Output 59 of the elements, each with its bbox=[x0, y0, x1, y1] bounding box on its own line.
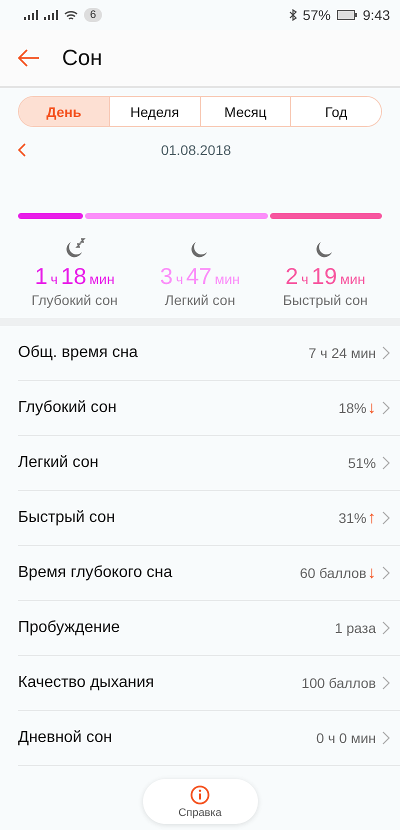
minutes-unit: мин bbox=[214, 271, 240, 287]
minutes-value: 47 bbox=[186, 263, 212, 290]
row-label: Пробуждение bbox=[18, 619, 121, 637]
row-value: 60 баллов bbox=[300, 565, 366, 581]
trend-arrow: ↓ bbox=[368, 563, 376, 583]
hours-value: 1 bbox=[34, 263, 48, 290]
stage-label: Глубокий сон bbox=[32, 292, 118, 308]
row-value: 0 ч 0 мин bbox=[316, 730, 376, 746]
minutes-unit: мин bbox=[340, 271, 366, 287]
help-button[interactable]: Справка bbox=[142, 779, 258, 824]
row-value: 18% bbox=[338, 400, 366, 416]
notification-count: 6 bbox=[84, 8, 102, 22]
row-label: Время глубокого сна bbox=[18, 564, 174, 582]
hours-unit: ч bbox=[50, 271, 58, 287]
period-tab[interactable]: Неделя bbox=[108, 97, 200, 126]
row-value: 1 раза bbox=[334, 620, 376, 636]
trend-arrow: ↑ bbox=[368, 508, 376, 528]
hours-value: 3 bbox=[160, 263, 173, 290]
row-value: 100 баллов bbox=[302, 675, 376, 691]
stage-label: Быстрый сон bbox=[282, 292, 368, 308]
minutes-value: 19 bbox=[311, 263, 338, 290]
row-value: 31% bbox=[338, 510, 366, 526]
signal-icon bbox=[24, 10, 38, 20]
row-label: Дневной сон bbox=[18, 729, 114, 747]
info-icon bbox=[190, 784, 210, 804]
chevron-right-icon bbox=[382, 676, 390, 690]
chevron-right-icon bbox=[382, 401, 390, 415]
row-label: Глубокий сон bbox=[18, 399, 118, 417]
clock-time: 9:43 bbox=[362, 7, 390, 23]
chevron-right-icon bbox=[382, 731, 390, 745]
chevron-left-icon[interactable] bbox=[18, 143, 26, 157]
row-label: Быстрый сон bbox=[18, 509, 116, 527]
trend-arrow: ↓ bbox=[368, 398, 376, 418]
wifi-icon bbox=[64, 10, 78, 20]
page-title: Сон bbox=[62, 45, 102, 71]
minutes-value: 18 bbox=[60, 263, 86, 290]
row-label: Качество дыхания bbox=[18, 674, 156, 692]
date-label: 01.08.2018 bbox=[160, 142, 232, 158]
signal-icon bbox=[44, 10, 58, 20]
battery-icon bbox=[336, 10, 357, 20]
period-tab[interactable]: Год bbox=[290, 97, 381, 126]
minutes-unit: мин bbox=[89, 271, 115, 287]
hours-unit: ч bbox=[301, 271, 308, 287]
chevron-right-icon bbox=[382, 346, 390, 360]
chevron-right-icon bbox=[382, 566, 390, 580]
back-arrow-icon[interactable] bbox=[18, 49, 40, 67]
chevron-right-icon bbox=[382, 621, 390, 635]
row-label: Общ. время сна bbox=[18, 344, 139, 362]
chevron-right-icon bbox=[382, 456, 390, 470]
row-value: 7 ч 24 мин bbox=[308, 345, 376, 361]
row-value: 51% bbox=[348, 455, 376, 471]
battery-percent: 57% bbox=[302, 7, 331, 23]
hours-unit: ч bbox=[176, 271, 184, 287]
chevron-right-icon bbox=[382, 511, 390, 525]
stage-label: Легкий сон bbox=[164, 292, 236, 308]
bluetooth-icon bbox=[288, 9, 297, 21]
period-tab[interactable]: Месяц bbox=[200, 97, 290, 126]
row-label: Легкий сон bbox=[18, 454, 100, 472]
hours-value: 2 bbox=[285, 263, 298, 290]
